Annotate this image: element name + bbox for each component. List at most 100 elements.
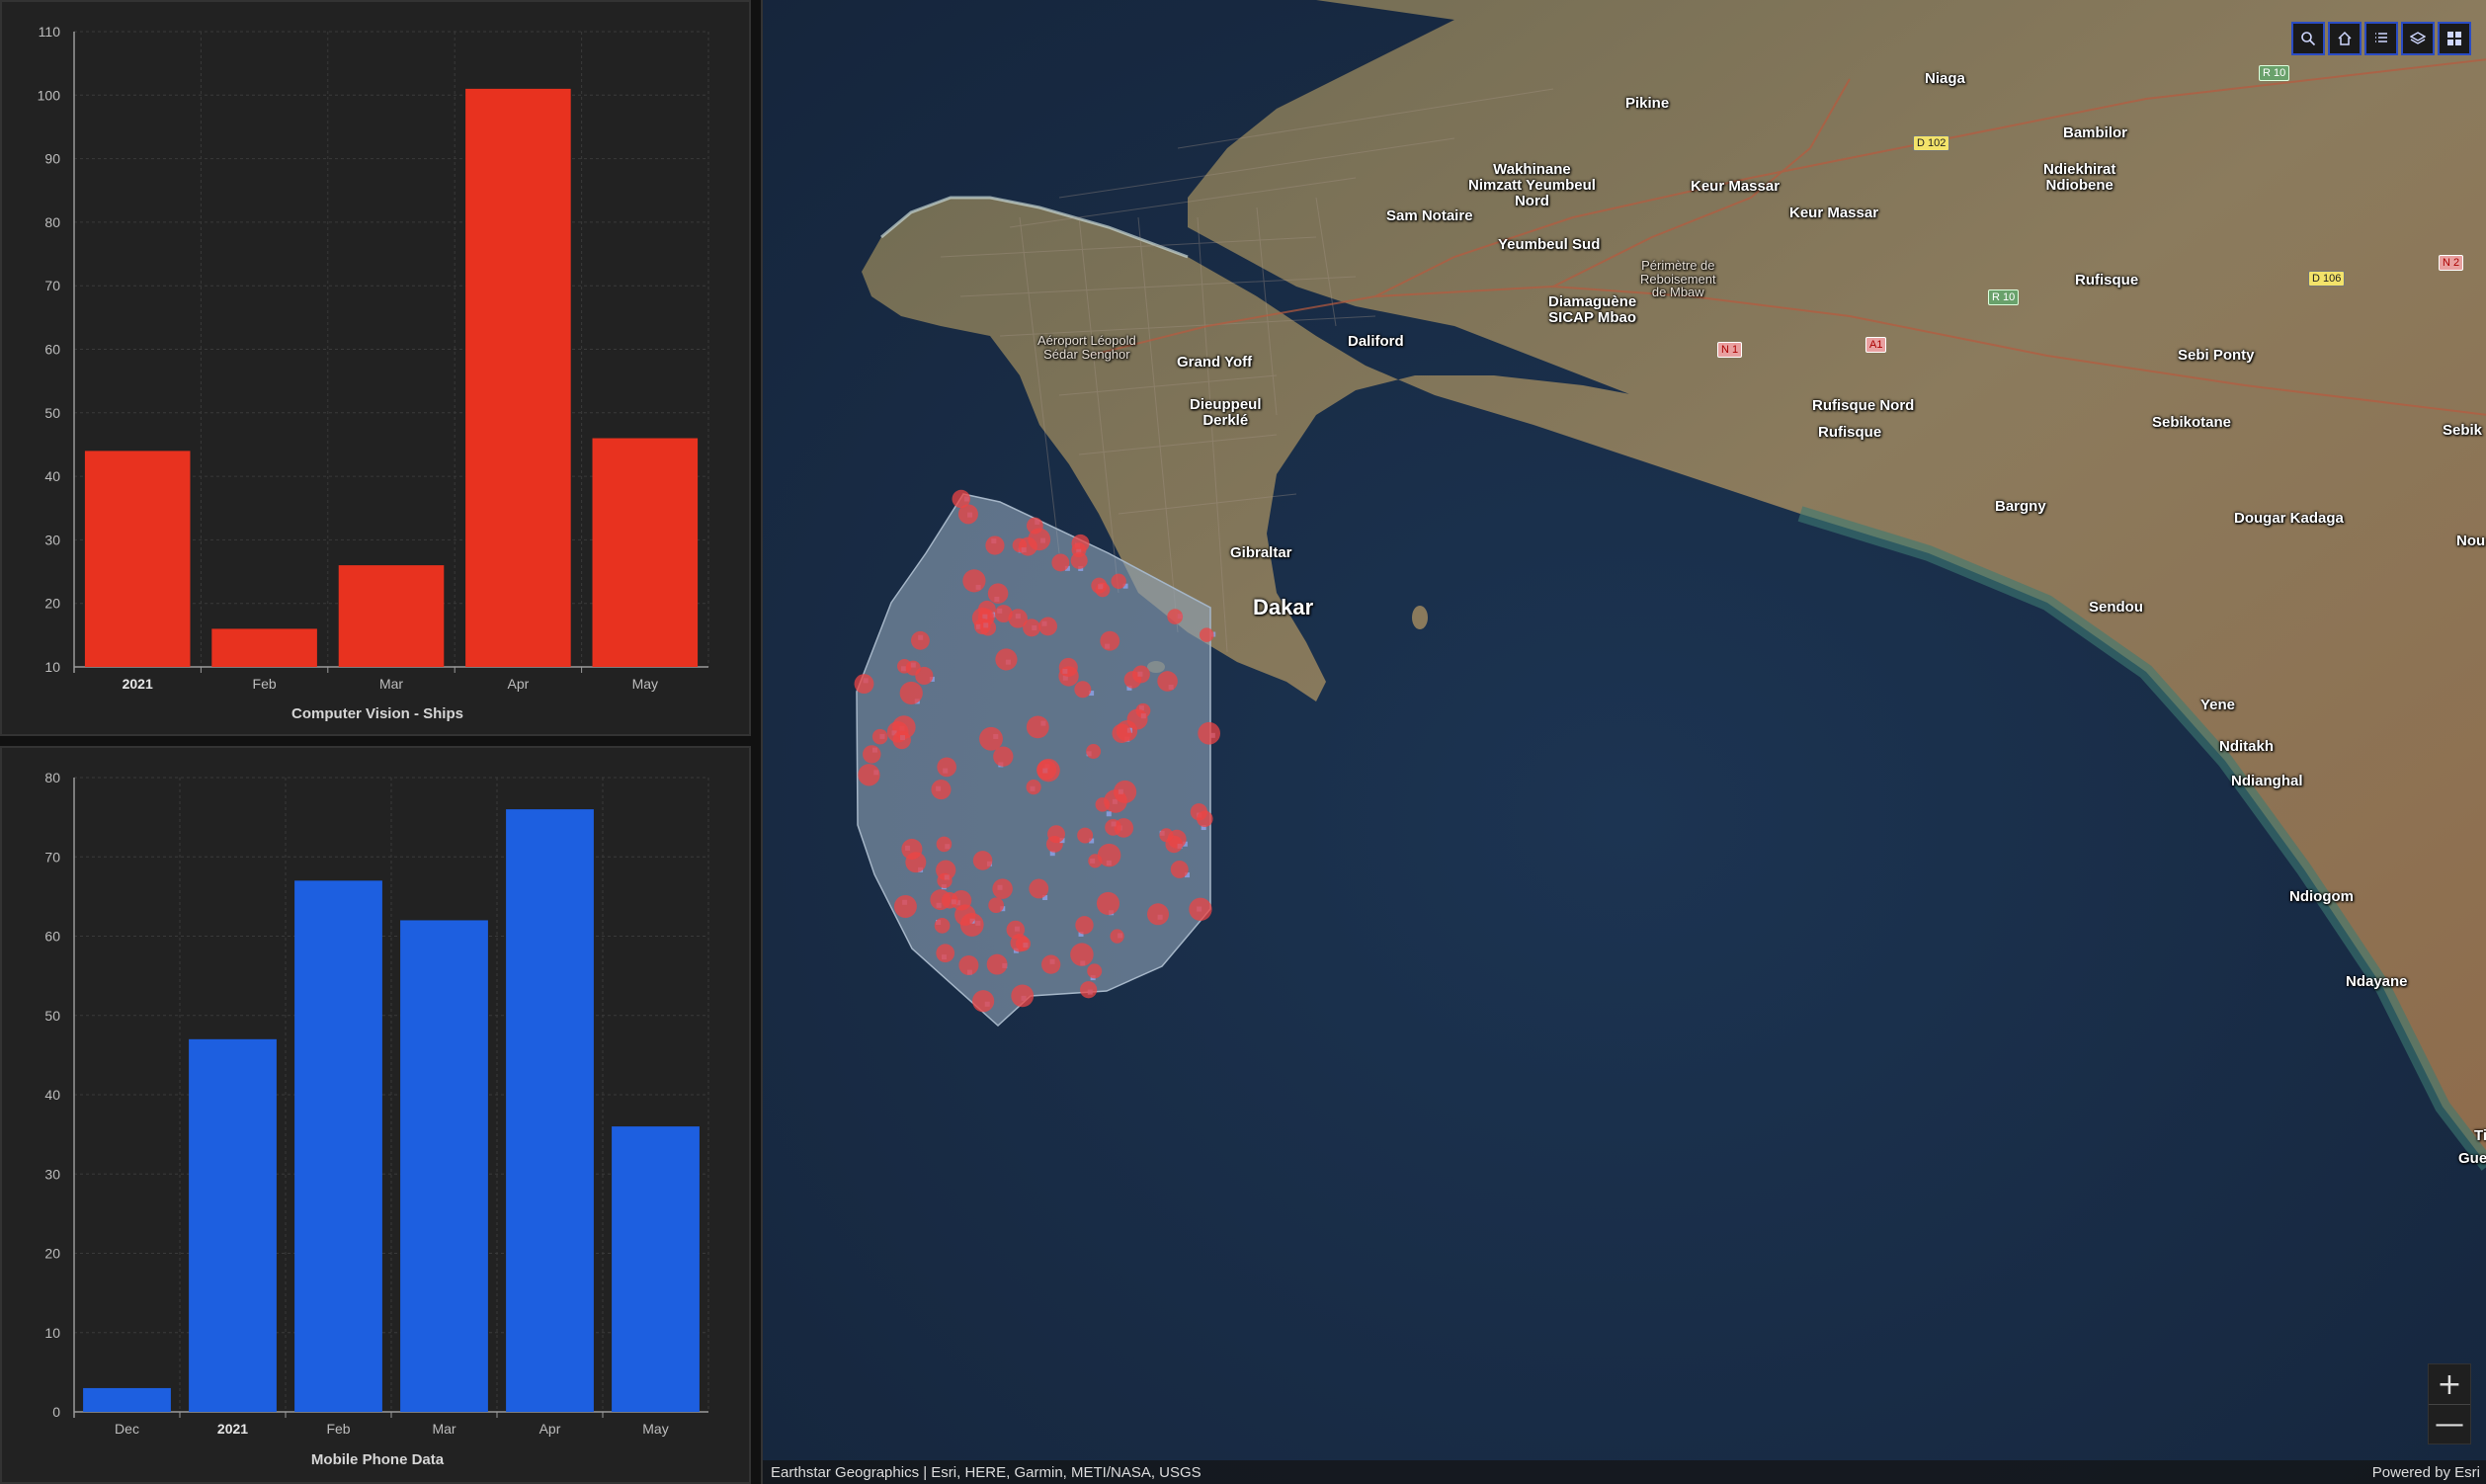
zoom-control: + — — [2428, 1363, 2471, 1444]
map-label-bambilor: Bambilor — [2063, 124, 2128, 141]
ship-detection-point — [1087, 963, 1103, 979]
ship-detection-point — [986, 953, 1008, 975]
map-label-dakar: Dakar — [1253, 595, 1314, 619]
map-label-nditakh: Nditakh — [2219, 738, 2275, 755]
search-icon[interactable] — [2291, 22, 2325, 55]
y-tick-label: 100 — [38, 87, 61, 103]
ships-bar-chart: 10 20 30 40 50 60 70 80 90 100 110 2021 Feb Mar Apr May — [38, 24, 709, 692]
ship-detection-point — [1147, 903, 1170, 926]
powered-by-esri[interactable]: Powered by Esri — [2372, 1464, 2480, 1481]
map-label-grand-yoff: Grand Yoff — [1177, 354, 1253, 371]
ship-detection-point — [1167, 609, 1184, 624]
ship-detection-point — [854, 674, 874, 695]
layers-icon[interactable] — [2401, 22, 2435, 55]
home-icon[interactable] — [2328, 22, 2362, 55]
ship-detection-point — [1199, 627, 1214, 642]
map-label-sebik: Sebik — [2443, 422, 2483, 439]
bar-2021[interactable] — [189, 1038, 277, 1412]
ship-detection-point — [979, 619, 997, 636]
ship-detection-point — [934, 918, 951, 934]
y-tick-label: 20 — [44, 596, 60, 612]
bar-apr[interactable] — [465, 88, 571, 668]
ship-detection-point — [1038, 617, 1058, 636]
road-shield-n2: N 2 — [2439, 255, 2464, 271]
bar-dec[interactable] — [83, 1387, 171, 1412]
y-tick-label: 80 — [44, 770, 60, 785]
ship-detection-point — [931, 780, 952, 800]
map-label-rufisque-nord: Rufisque Nord — [1812, 397, 1915, 414]
ship-detection-point — [1110, 929, 1124, 944]
bar-may[interactable] — [592, 438, 699, 667]
y-tick-label: 90 — [44, 151, 60, 167]
road-shield-d102: D 102 — [1913, 135, 1950, 151]
road-shield-r10-b: R 10 — [1988, 289, 2020, 305]
ship-detection-point — [995, 648, 1018, 671]
bar-feb[interactable] — [294, 880, 382, 1412]
bar-mar[interactable] — [338, 565, 445, 667]
y-tick-label: 50 — [44, 1008, 60, 1024]
ship-detection-point — [962, 569, 986, 593]
y-tick-label: 110 — [39, 24, 61, 40]
bar-may[interactable] — [612, 1126, 700, 1412]
basemap-gallery-icon[interactable] — [2438, 22, 2471, 55]
bar-mar[interactable] — [400, 920, 488, 1412]
ship-detection-point — [1170, 860, 1189, 878]
ship-detection-point — [1075, 916, 1094, 935]
ship-detection-point — [1077, 827, 1094, 844]
ship-detection-point — [858, 764, 880, 786]
bar-2021[interactable] — [84, 451, 191, 667]
road-shield-d106: D 106 — [2308, 271, 2346, 287]
list-icon[interactable] — [2364, 22, 2398, 55]
ship-detection-point — [952, 489, 971, 509]
map-attribution-bar: Earthstar Geographics | Esri, HERE, Garm… — [763, 1460, 2486, 1484]
ship-detection-point — [1051, 553, 1070, 572]
x-tick-label: Dec — [115, 1421, 139, 1437]
ship-detection-point — [992, 878, 1013, 899]
ship-detection-point — [1015, 936, 1031, 951]
ship-detection-point — [1114, 780, 1137, 804]
x-tick-label: 2021 — [123, 676, 153, 692]
y-tick-label: 50 — [44, 405, 60, 421]
ship-detection-point — [1086, 744, 1102, 759]
bar-apr[interactable] — [506, 809, 594, 1412]
ship-detection-point — [937, 757, 957, 778]
road-shield-r10: R 10 — [2259, 65, 2290, 81]
ship-detection-point — [1105, 819, 1121, 836]
ship-square-marker — [1106, 811, 1112, 817]
phone-bar-chart: 0 10 20 30 40 50 60 70 80 Dec 2021 Feb Mar Apr May — [44, 770, 709, 1437]
map-label-aeroport: Aéroport Léopold Sédar Senghor — [1037, 333, 1136, 362]
map-toolbar — [2291, 22, 2471, 55]
x-tick-label: Feb — [253, 676, 277, 692]
zoom-out-button[interactable]: — — [2429, 1404, 2470, 1443]
ship-detection-point — [901, 838, 923, 860]
ship-detection-point — [954, 904, 976, 926]
zoom-in-button[interactable]: + — [2429, 1364, 2470, 1404]
ship-detection-point — [985, 536, 1005, 555]
y-tick-label: 10 — [44, 1325, 60, 1341]
ship-detection-point — [972, 990, 995, 1013]
ship-detection-point — [1026, 715, 1049, 739]
x-tick-label: Mar — [432, 1421, 456, 1437]
ship-detection-point — [1157, 671, 1178, 692]
ship-detection-point — [1095, 797, 1110, 812]
y-tick-label: 60 — [44, 929, 60, 945]
map-label-perimetre: Périmètre de Reboisement de Mbaw — [1640, 258, 1716, 300]
ship-detection-point — [1026, 780, 1041, 795]
x-tick-label: May — [642, 1421, 668, 1437]
ship-detection-point — [1095, 582, 1111, 598]
ship-detection-point — [979, 726, 1003, 751]
ship-detection-point — [972, 851, 993, 870]
ship-detection-point — [936, 860, 956, 880]
ship-detection-point — [987, 583, 1009, 604]
y-tick-label: 0 — [52, 1404, 60, 1420]
x-tick-label: Feb — [326, 1421, 350, 1437]
x-tick-label: Mar — [379, 676, 403, 692]
map-label-gibraltar: Gibraltar — [1230, 544, 1292, 561]
bar-feb[interactable] — [211, 628, 317, 667]
ship-detection-point — [1126, 708, 1148, 730]
map-label-keur-massar-2: Keur Massar — [1789, 205, 1879, 221]
ship-detection-point — [1026, 517, 1043, 535]
x-tick-label: 2021 — [217, 1421, 248, 1437]
map-view[interactable]: Niaga Pikine Bambilor Wakhinane Nimzatt … — [761, 0, 2486, 1484]
x-tick-label: Apr — [508, 676, 530, 692]
